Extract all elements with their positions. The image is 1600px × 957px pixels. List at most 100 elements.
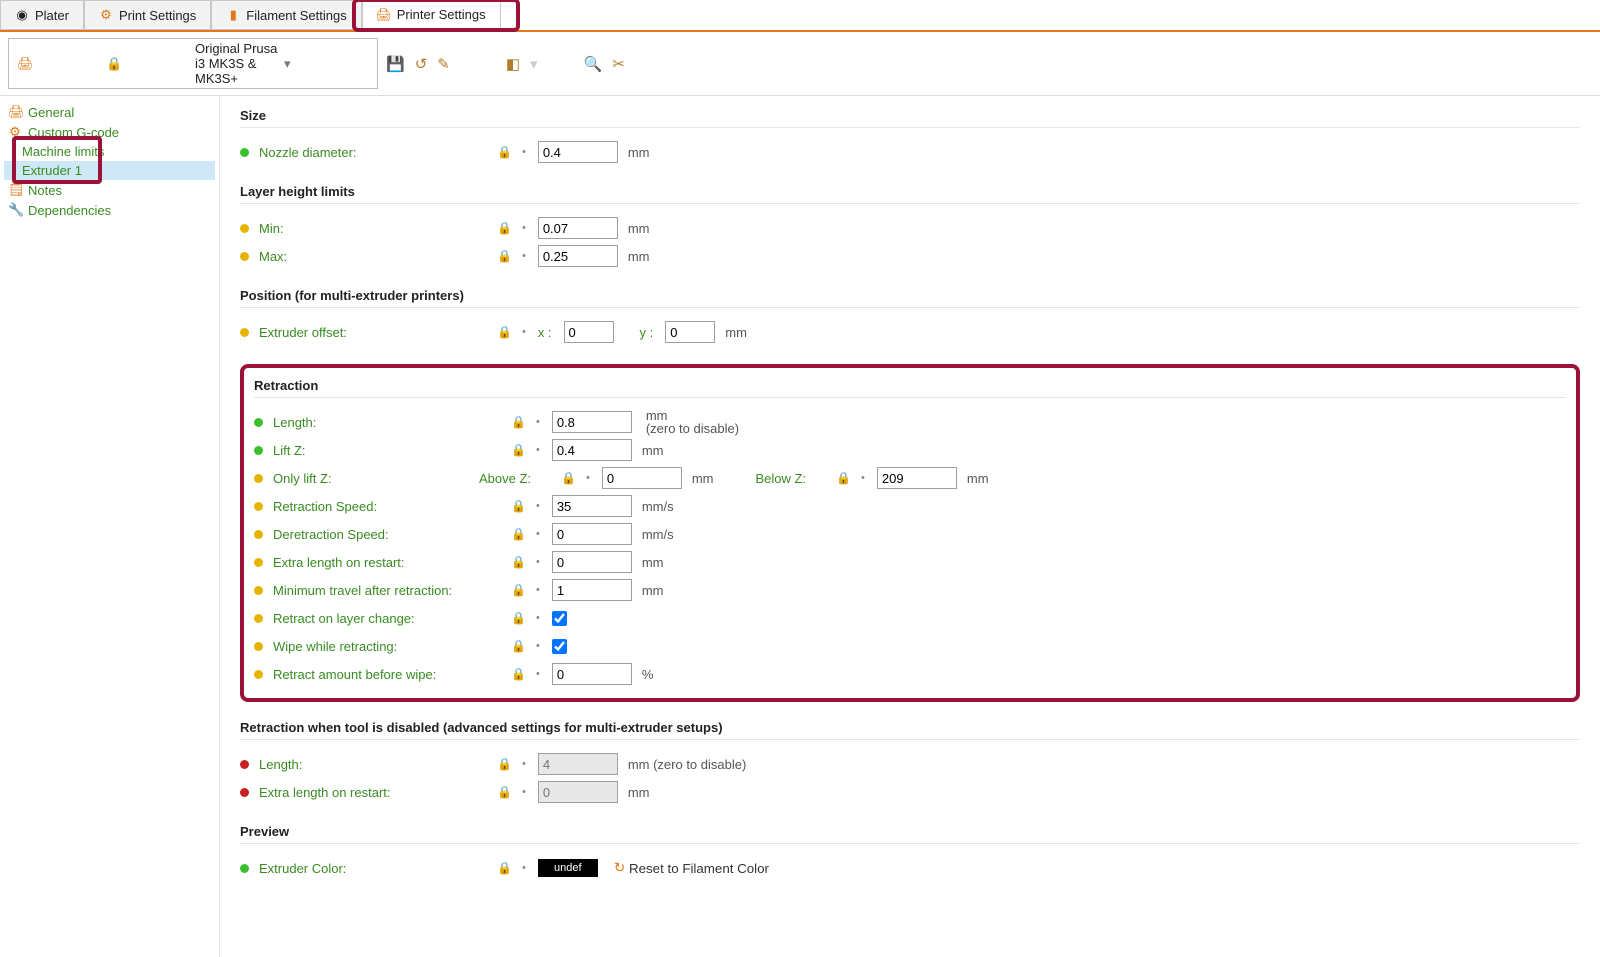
tab-label: Plater — [35, 8, 69, 23]
extra-length-input[interactable] — [552, 551, 632, 573]
lock-icon[interactable]: 🔒 — [561, 471, 576, 485]
row-deretraction-speed: Deretraction Speed: 🔒• mm/s — [254, 520, 1566, 548]
above-z-input[interactable] — [602, 467, 682, 489]
tree-notes[interactable]: 🗒Notes — [4, 180, 215, 200]
lock-icon[interactable]: 🔒 — [497, 785, 512, 799]
before-wipe-input[interactable] — [552, 663, 632, 685]
section-size: Size Nozzle diameter: 🔒• mm — [240, 108, 1580, 166]
reset-label: Reset to Filament Color — [629, 861, 769, 876]
disabled-extra-input — [538, 781, 618, 803]
tree-extruder-1[interactable]: Extruder 1 — [4, 161, 215, 180]
below-z-input[interactable] — [877, 467, 957, 489]
row-nozzle-diameter: Nozzle diameter: 🔒• mm — [240, 138, 1580, 166]
lock-icon[interactable]: 🔒 — [511, 583, 526, 597]
save-icon[interactable]: 💾 — [384, 53, 407, 75]
status-dot — [254, 642, 263, 651]
bullet-icon: • — [536, 528, 540, 540]
min-travel-input[interactable] — [552, 579, 632, 601]
deretraction-speed-input[interactable] — [552, 523, 632, 545]
bullet-icon: • — [536, 640, 540, 652]
lock-icon[interactable]: 🔒 — [511, 527, 526, 541]
status-dot — [240, 864, 249, 873]
unit-label: mm — [628, 145, 650, 160]
section-title: Position (for multi-extruder printers) — [240, 288, 1580, 308]
layer-max-input[interactable] — [538, 245, 618, 267]
status-dot — [254, 530, 263, 539]
brush-icon[interactable]: ✎ — [435, 53, 452, 75]
lock-icon[interactable]: 🔒 — [497, 221, 512, 235]
tree-label: Extruder 1 — [22, 163, 82, 178]
preset-toolbar: 🖨 🔒 Original Prusa i3 MK3S & MK3S+ ▾ 💾 ↺… — [0, 32, 1600, 96]
row-extruder-color: Extruder Color: 🔒• undef Reset to Filame… — [240, 854, 1580, 882]
lock-icon[interactable]: 🔒 — [511, 667, 526, 681]
tab-filament-settings[interactable]: ▮Filament Settings — [211, 0, 361, 30]
tree-gcode[interactable]: ⚙Custom G-code — [4, 122, 215, 142]
gear-icon: ⚙ — [8, 124, 22, 140]
field-label: Length: — [273, 415, 503, 430]
reset-color-button[interactable]: Reset to Filament Color — [614, 860, 769, 876]
retract-layer-change-checkbox[interactable] — [552, 611, 567, 626]
lock-icon[interactable]: 🔒 — [497, 757, 512, 771]
tree-dependencies[interactable]: 🔧Dependencies — [4, 200, 215, 220]
offset-y-input[interactable] — [665, 321, 715, 343]
status-dot — [254, 614, 263, 623]
bullet-icon: • — [536, 500, 540, 512]
field-label: Length: — [259, 757, 489, 772]
compare-icon[interactable]: ◧ — [504, 53, 522, 75]
nozzle-diameter-input[interactable] — [538, 141, 618, 163]
row-retract-before-wipe: Retract amount before wipe: 🔒• % — [254, 660, 1566, 688]
field-label: Max: — [259, 249, 489, 264]
below-label: Below Z: — [756, 471, 807, 486]
lock-icon[interactable]: 🔒 — [511, 611, 526, 625]
retraction-speed-input[interactable] — [552, 495, 632, 517]
color-swatch[interactable]: undef — [538, 859, 598, 877]
row-layer-max: Max: 🔒• mm — [240, 242, 1580, 270]
tab-printer-settings[interactable]: 🖨Printer Settings — [362, 0, 501, 30]
tree-label: Dependencies — [28, 203, 111, 218]
row-retraction-speed: Retraction Speed: 🔒• mm/s — [254, 492, 1566, 520]
field-label: Min: — [259, 221, 489, 236]
field-label: Minimum travel after retraction: — [273, 583, 503, 598]
tree-machine-limits[interactable]: Machine limits — [4, 142, 215, 161]
lock-icon[interactable]: 🔒 — [511, 415, 526, 429]
layer-min-input[interactable] — [538, 217, 618, 239]
field-label: Retract amount before wipe: — [273, 667, 503, 682]
section-title: Layer height limits — [240, 184, 1580, 204]
wipe-checkbox[interactable] — [552, 639, 567, 654]
lock-icon[interactable]: 🔒 — [511, 639, 526, 653]
bullet-icon: • — [861, 472, 865, 484]
tools-icon[interactable]: ✂ — [610, 53, 627, 75]
tab-print-settings[interactable]: ⚙Print Settings — [84, 0, 211, 30]
lock-icon[interactable]: 🔒 — [836, 471, 851, 485]
tree-general[interactable]: 🖨General — [4, 102, 215, 122]
lift-z-input[interactable] — [552, 439, 632, 461]
tab-plater[interactable]: ◉Plater — [0, 0, 84, 30]
lock-icon[interactable]: 🔒 — [511, 443, 526, 457]
bullet-icon: • — [522, 758, 526, 770]
lock-icon[interactable]: 🔒 — [511, 499, 526, 513]
tab-label: Printer Settings — [397, 7, 486, 22]
printer-small-icon: 🖨 — [17, 56, 102, 72]
search-icon[interactable]: 🔍 — [582, 53, 605, 75]
field-label: Extruder Color: — [259, 861, 489, 876]
lock-icon[interactable]: 🔒 — [511, 555, 526, 569]
lock-icon[interactable]: 🔒 — [497, 325, 512, 339]
row-extruder-offset: Extruder offset: 🔒• x : y : mm — [240, 318, 1580, 346]
bullet-icon: • — [536, 584, 540, 596]
tree-label: Machine limits — [22, 144, 104, 159]
unit-label: mm — [725, 325, 747, 340]
unit-label: mm — [628, 785, 650, 800]
unit-label: mm — [642, 443, 664, 458]
row-lift-z: Lift Z: 🔒• mm — [254, 436, 1566, 464]
field-label: Only lift Z: — [273, 471, 473, 486]
printer-icon: 🖨 — [8, 104, 22, 120]
lock-icon[interactable]: 🔒 — [497, 145, 512, 159]
lock-icon[interactable]: 🔒 — [497, 861, 512, 875]
field-label: Retract on layer change: — [273, 611, 503, 626]
preset-dropdown[interactable]: 🖨 🔒 Original Prusa i3 MK3S & MK3S+ ▾ — [8, 38, 378, 89]
retraction-length-input[interactable] — [552, 411, 632, 433]
reset-icon[interactable]: ↺ — [413, 53, 430, 75]
unit-label: mm — [628, 249, 650, 264]
offset-x-input[interactable] — [564, 321, 614, 343]
lock-icon[interactable]: 🔒 — [497, 249, 512, 263]
